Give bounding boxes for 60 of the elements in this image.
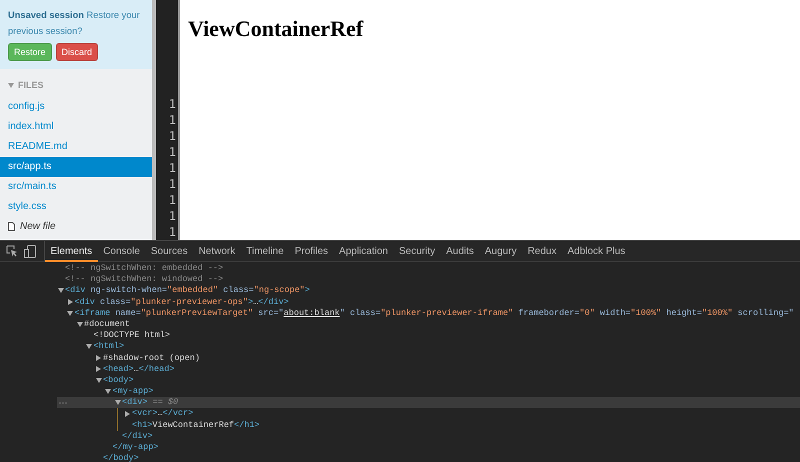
dom-node-line[interactable]: #document [84, 318, 130, 330]
scrollbar[interactable] [152, 0, 156, 240]
dom-node-line[interactable]: <div> == $0 [122, 397, 178, 408]
disclosure-triangle-icon[interactable] [125, 411, 130, 418]
line-number: 1 [168, 144, 176, 160]
devtools-tab[interactable]: Console [98, 240, 146, 262]
disclosure-triangle-icon[interactable] [68, 299, 72, 306]
file-icon [8, 222, 15, 231]
line-number: 1 [168, 224, 176, 240]
dom-node-line[interactable]: <div ng-switch-when="embedded" class="ng-scope"> [65, 285, 310, 297]
line-number: 1 [168, 208, 176, 224]
line-number: 1 [168, 176, 176, 192]
devtools-tab[interactable]: Sources [145, 240, 194, 262]
devtools-tab[interactable]: Security [393, 240, 441, 262]
disclosure-triangle-icon[interactable] [86, 344, 92, 350]
dom-node-line[interactable]: <head>…</head> [103, 364, 174, 375]
dom-node-line[interactable]: <!-- ngSwitchWhen: windowed --> [65, 274, 224, 286]
devtools-tab[interactable]: Timeline [240, 240, 290, 262]
new-file-link[interactable]: New file [20, 216, 56, 236]
devtools-tab[interactable]: Redux [522, 240, 562, 262]
session-message: Unsaved session Restore your previous session? [8, 9, 141, 38]
dom-node-line[interactable]: <body> [103, 374, 134, 386]
files-header: FILES [18, 79, 44, 92]
disclosure-triangle-icon[interactable] [96, 378, 102, 383]
inspect-icon[interactable] [6, 245, 18, 257]
devtools-tab[interactable]: Profiles [289, 240, 334, 262]
dom-node-line[interactable]: <div class="plunker-previewer-ops">…</div> [74, 296, 289, 308]
line-number: 1 [168, 160, 176, 176]
devtools-tab[interactable]: Application [334, 240, 394, 262]
devtools-tab[interactable]: Augury [479, 240, 522, 262]
preview-heading: ViewContainerRef [188, 16, 364, 42]
dom-node-line[interactable]: <h1>ViewContainerRef</h1> [132, 420, 260, 431]
line-number: 1 [168, 112, 176, 128]
dom-node-line[interactable]: <my-app> [112, 386, 154, 398]
dom-node-line: </body> [103, 453, 139, 462]
dom-node-line[interactable]: <!-- ngSwitchWhen: embedded --> [65, 263, 224, 274]
dom-node-line[interactable]: <vcr>…</vcr> [132, 408, 194, 420]
devtools-tab[interactable]: Elements [45, 240, 98, 262]
line-number: 1 [168, 96, 176, 112]
device-icon[interactable] [24, 244, 36, 258]
disclosure-triangle-icon[interactable] [96, 355, 101, 362]
file-item[interactable]: src/app.ts [0, 156, 152, 176]
dom-node-line[interactable]: <iframe name="plunkerPreviewTarget" src="about:blank" class="plunker-previewer-iframe" frameborder="0" width="100%" height="100%" scrolling=" [74, 308, 794, 319]
discard-button[interactable]: Discard [56, 43, 98, 61]
line-number: 1 [168, 192, 176, 208]
disclosure-triangle-icon[interactable] [76, 322, 82, 328]
devtools-tab[interactable]: Network [193, 240, 241, 262]
dom-node-line[interactable]: #shadow-root (open) [103, 352, 200, 364]
dom-node-line[interactable]: <!DOCTYPE html> [94, 330, 170, 342]
disclosure-triangle-icon[interactable] [96, 366, 101, 372]
disclosure-triangle-icon[interactable] [114, 400, 120, 406]
devtools-tab[interactable]: Adblock Plus [562, 240, 631, 262]
disclosure-triangle-icon[interactable] [58, 288, 64, 294]
devtools-tab[interactable]: Audits [440, 240, 480, 262]
dom-node-line: </div> [122, 430, 153, 442]
ellipsis-icon [59, 402, 67, 404]
disclosure-triangle-icon[interactable] [67, 310, 73, 316]
dom-node-line: </my-app> [112, 442, 158, 454]
dom-node-line[interactable]: <html> [94, 341, 124, 353]
line-number: 1 [168, 128, 176, 144]
